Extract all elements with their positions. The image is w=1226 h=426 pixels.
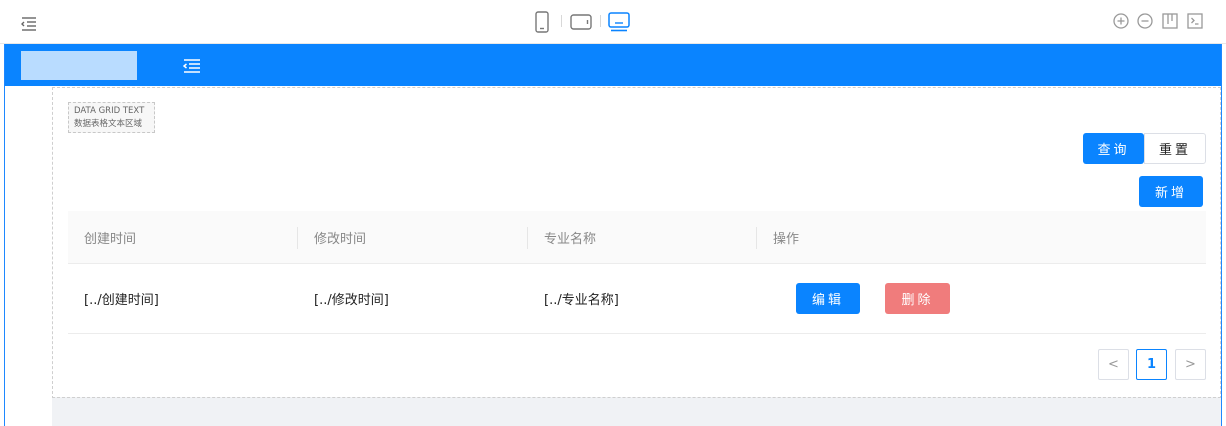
- query-button[interactable]: 查询: [1083, 133, 1144, 164]
- table-header: 创建时间 修改时间 专业名称 操作: [68, 211, 1206, 264]
- column-header-major: 专业名称: [528, 211, 757, 264]
- reset-button[interactable]: 重置: [1144, 133, 1206, 164]
- column-label: 修改时间: [314, 231, 367, 247]
- device-separator: [561, 15, 562, 27]
- next-page-button[interactable]: >: [1175, 349, 1206, 380]
- content-panel: DATA GRID TEXT 数据表格文本区域 查询 重置 新增 创建时间 修改…: [52, 87, 1221, 399]
- grid-text-subtitle: 数据表格文本区域: [74, 119, 143, 129]
- add-button[interactable]: 新增: [1139, 176, 1203, 207]
- column-header-modified: 修改时间: [298, 211, 528, 264]
- logo-placeholder: [21, 51, 137, 80]
- cell-actions: 编辑 删除: [757, 264, 1206, 334]
- edit-button[interactable]: 编辑: [796, 282, 860, 314]
- prev-page-button[interactable]: <: [1098, 349, 1129, 380]
- app-preview-frame: DATA GRID TEXT 数据表格文本区域 查询 重置 新增 创建时间 修改…: [4, 44, 1222, 426]
- side-rail: [5, 86, 52, 426]
- chevron-left-icon: <: [1108, 357, 1119, 372]
- page-background: [52, 397, 1221, 426]
- cell-major: [../专业名称]: [544, 293, 619, 308]
- console-icon[interactable]: [1186, 12, 1204, 30]
- zoom-in-icon[interactable]: [1112, 12, 1130, 30]
- editor-toolbar: [0, 0, 1226, 44]
- menu-indent-icon[interactable]: [20, 14, 38, 32]
- cell-modified: [../修改时间]: [314, 293, 389, 308]
- data-table: 创建时间 修改时间 专业名称 操作 [../创建时间] [../修改时间] [.…: [68, 211, 1206, 334]
- phone-icon[interactable]: [533, 10, 551, 34]
- data-grid-text-area: DATA GRID TEXT 数据表格文本区域: [68, 102, 155, 133]
- chevron-right-icon: >: [1185, 357, 1196, 372]
- tablet-icon[interactable]: [570, 10, 592, 34]
- delete-button[interactable]: 删除: [885, 282, 950, 314]
- column-header-created: 创建时间: [68, 211, 298, 264]
- column-label: 操作: [773, 231, 800, 247]
- cell-created: [../创建时间]: [84, 293, 159, 308]
- column-label: 专业名称: [544, 231, 597, 247]
- desktop-icon[interactable]: [608, 10, 630, 34]
- app-header: [5, 44, 1221, 86]
- device-separator: [600, 15, 601, 27]
- menu-fold-icon[interactable]: [182, 59, 201, 73]
- column-label: 创建时间: [84, 231, 137, 247]
- layout-icon[interactable]: [1161, 12, 1179, 30]
- zoom-out-icon[interactable]: [1136, 12, 1154, 30]
- grid-text-title: DATA GRID TEXT: [74, 106, 145, 116]
- table-row: [../创建时间] [../修改时间] [../专业名称] 编辑 删除: [68, 264, 1206, 334]
- column-header-actions: 操作: [757, 211, 1206, 264]
- page-1-button[interactable]: 1: [1136, 349, 1167, 380]
